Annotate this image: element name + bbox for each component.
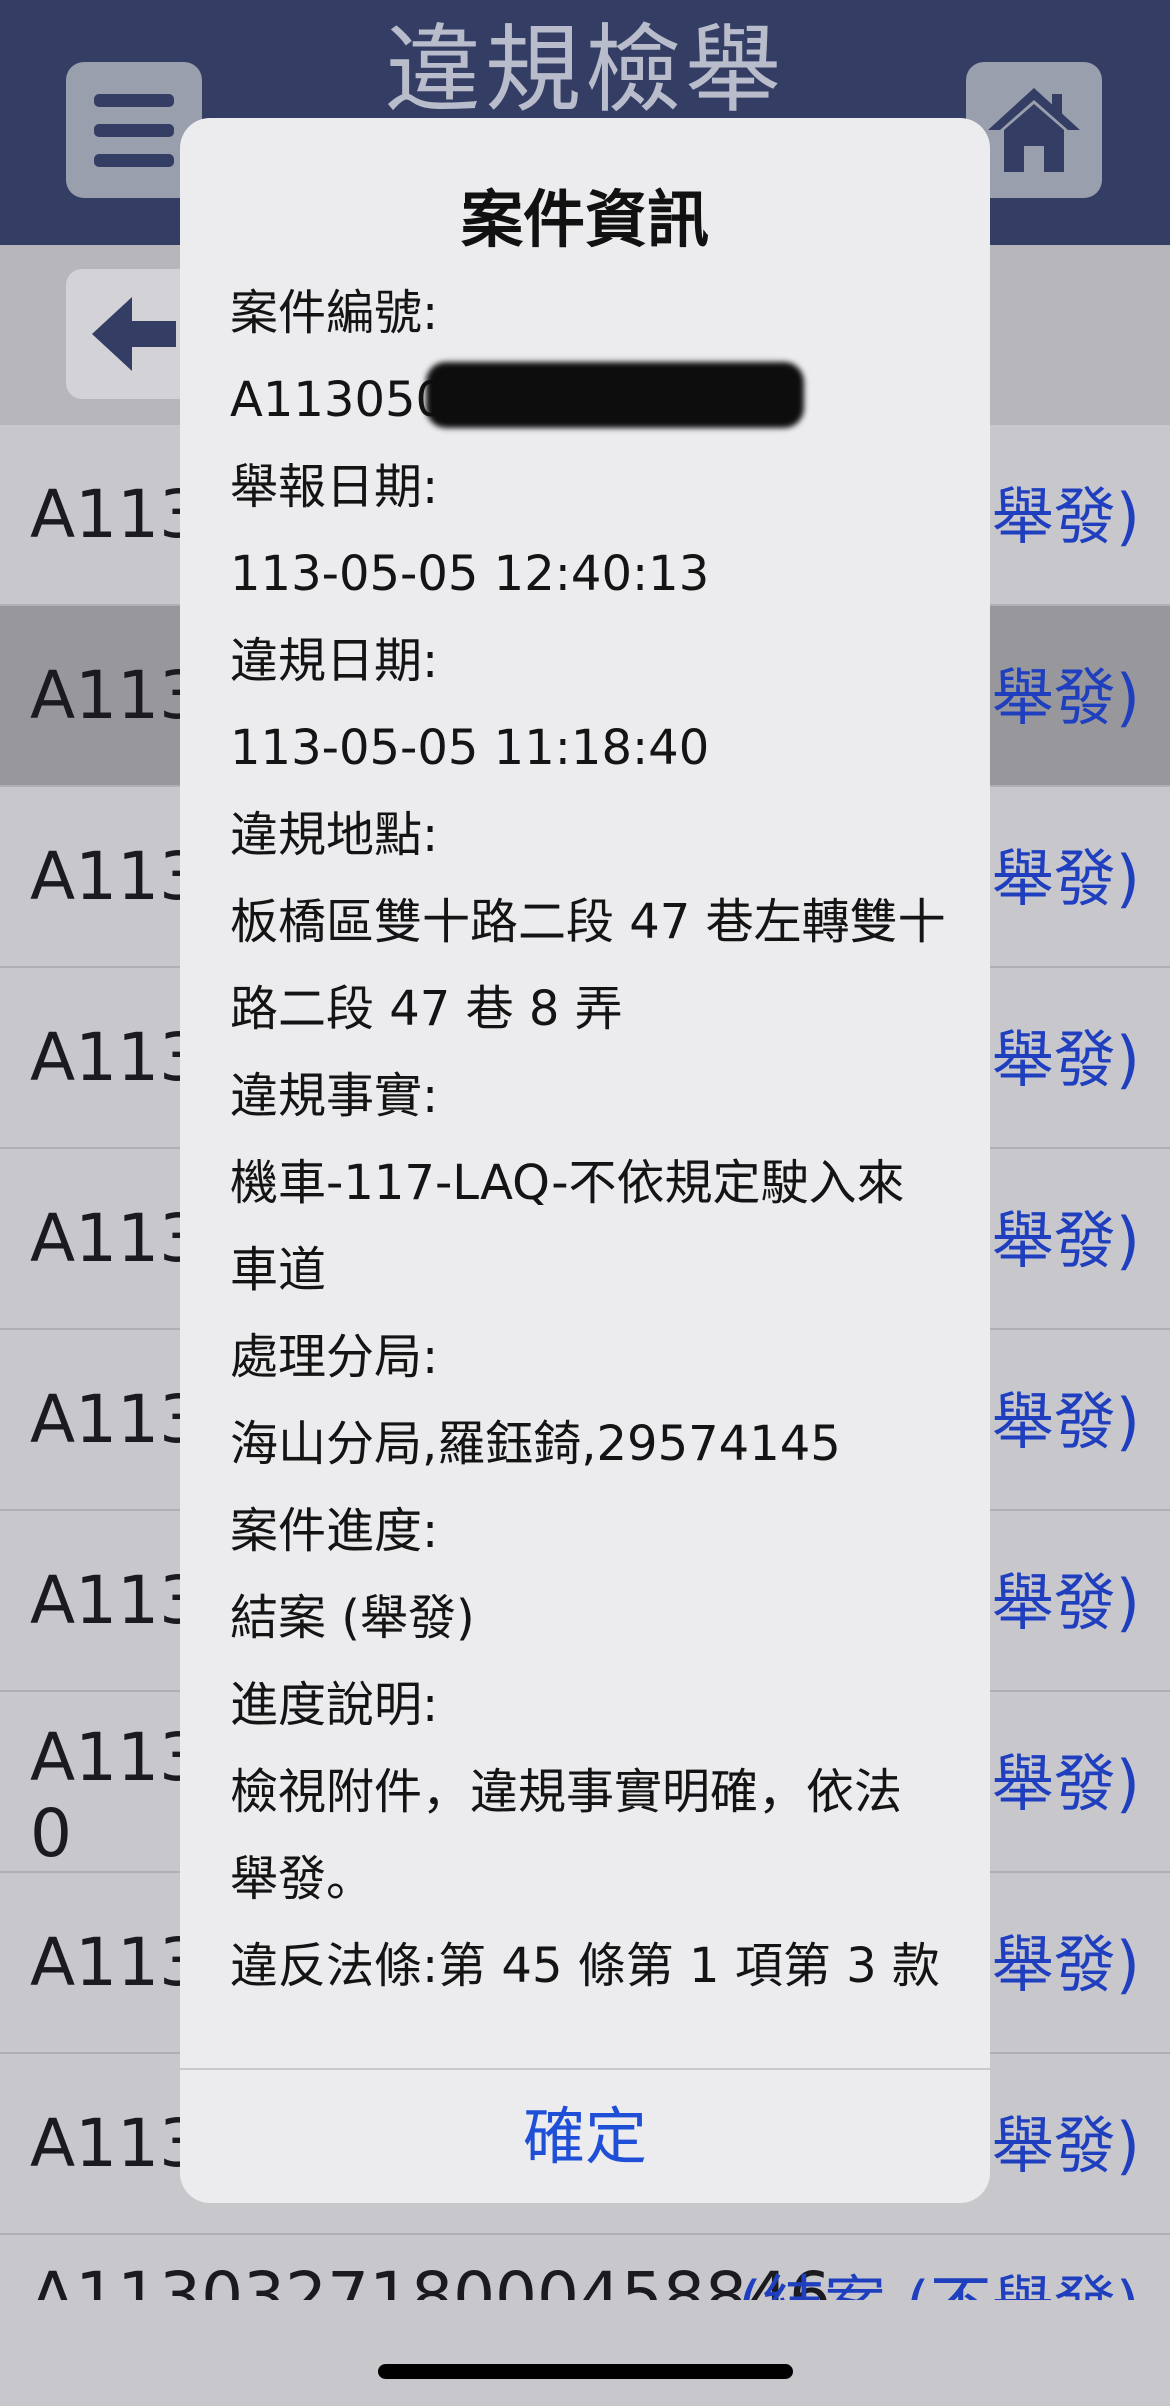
home-icon (988, 88, 1080, 172)
law-text: 違反法條:第 45 條第 1 項第 3 款 (230, 1938, 940, 1994)
fact-label: 違規事實: (230, 1068, 439, 1124)
violation-date-value: 113-05-05 11:18:40 (230, 720, 710, 776)
dialog-message: 案件編號: A113050 舉報日期: 113-05-05 12:40:13 違… (230, 270, 960, 2010)
fact-value-line1: 機車-117-LAQ-不依規定駛入來 (230, 1155, 905, 1211)
case-status: 舉發) (991, 661, 1140, 734)
case-status: 舉發) (991, 842, 1140, 915)
fact-value-line2: 車道 (230, 1242, 327, 1298)
case-status: 舉發) (991, 480, 1140, 553)
case-status: 舉發) (991, 1928, 1140, 2001)
report-date-label: 舉報日期: (230, 459, 439, 515)
progress-desc-label: 進度說明: (230, 1677, 439, 1733)
report-date-value: 113-05-05 12:40:13 (230, 546, 710, 602)
bottom-safe-area (0, 2300, 1170, 2406)
progress-value: 結案 (舉發) (230, 1590, 475, 1646)
redaction-mark (426, 362, 805, 428)
branch-label: 處理分局: (230, 1329, 439, 1385)
violation-date-label: 違規日期: (230, 633, 439, 689)
location-value-line2: 路二段 47 巷 8 弄 (230, 981, 623, 1037)
case-info-dialog: 案件資訊 案件編號: A113050 舉報日期: 113-05-05 12:40… (180, 118, 990, 2203)
case-status: 舉發) (991, 2109, 1140, 2182)
location-label: 違規地點: (230, 807, 439, 863)
case-status: 舉發) (991, 1204, 1140, 1277)
case-status: 舉發) (991, 1566, 1140, 1639)
case-status: 舉發) (991, 1747, 1140, 1820)
home-indicator[interactable] (378, 2364, 793, 2379)
branch-value: 海山分局,羅鈺錡,29574145 (230, 1416, 841, 1472)
dialog-title: 案件資訊 (460, 183, 709, 256)
progress-label: 案件進度: (230, 1503, 439, 1559)
case-number-label: 案件編號: (230, 285, 439, 341)
back-arrow-icon (92, 297, 176, 371)
progress-desc-line2: 舉發。 (230, 1851, 375, 1907)
case-number-row: A113050 (230, 357, 960, 444)
progress-desc-line1: 檢視附件，違規事實明確，依法 (230, 1764, 903, 1820)
case-status: 舉發) (991, 1385, 1140, 1458)
case-number-value: A113050 (230, 372, 447, 428)
confirm-button[interactable]: 確定 (180, 2070, 990, 2203)
case-status: 舉發) (991, 1023, 1140, 1096)
location-value-line1: 板橋區雙十路二段 47 巷左轉雙十 (230, 894, 946, 950)
